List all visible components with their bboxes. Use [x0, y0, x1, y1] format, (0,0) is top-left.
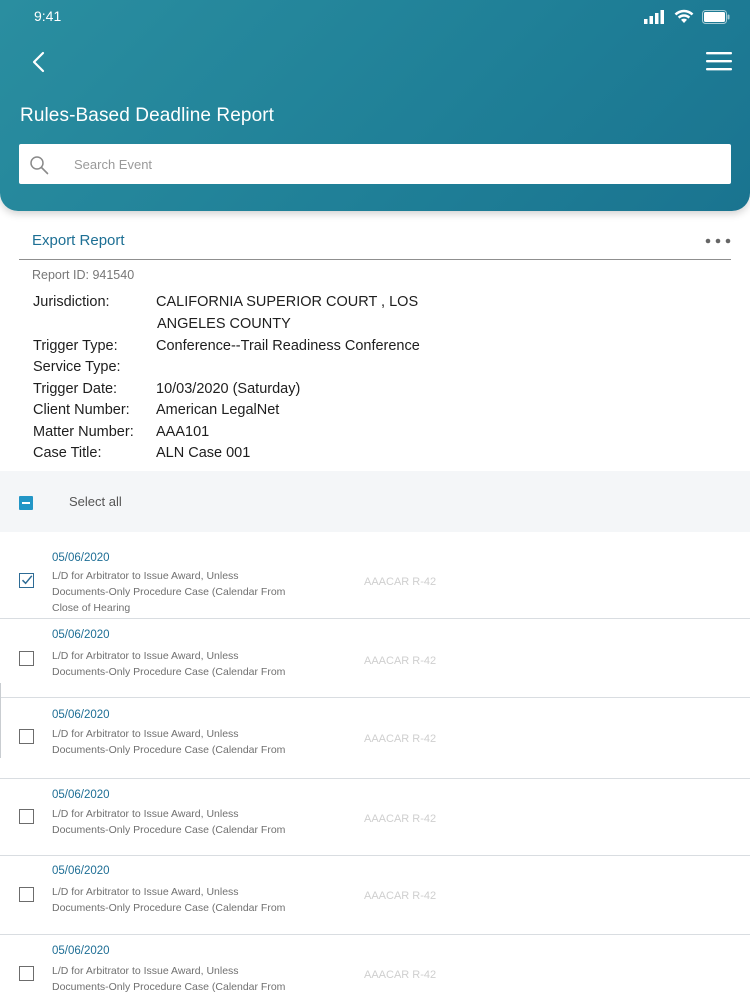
row-description-line: L/D for Arbitrator to Issue Award, Unles… [52, 886, 239, 898]
row-description: L/D for Arbitrator to Issue Award, Unles… [52, 884, 292, 916]
row-rule: AAACAR R-42 [364, 655, 437, 667]
more-horizontal-icon [705, 238, 731, 244]
deadline-row[interactable]: 05/06/2020 L/D for Arbitrator to Issue A… [0, 779, 750, 855]
search-icon [30, 156, 49, 175]
select-all-label: Select all [69, 494, 122, 509]
search-input[interactable] [74, 154, 714, 174]
row-date: 05/06/2020 [52, 945, 110, 957]
row-description-line: Documents-Only Procedure Case (Calendar … [52, 744, 286, 756]
row-description-line: Close of Hearing [52, 602, 131, 614]
report-id-label: Report ID: [32, 268, 89, 282]
detail-label: Service Type: [33, 359, 121, 375]
detail-value: ALN Case 001 [156, 445, 251, 461]
detail-label: Trigger Date: [33, 381, 118, 397]
row-description-line: L/D for Arbitrator to Issue Award, Unles… [52, 728, 239, 740]
search-box[interactable] [19, 144, 731, 184]
select-all-checkbox[interactable] [19, 496, 33, 510]
row-description-line: L/D for Arbitrator to Issue Award, Unles… [52, 965, 239, 977]
detail-value: CALIFORNIA SUPERIOR COURT , LOS [156, 294, 419, 310]
detail-label: Trigger Type: [33, 338, 118, 354]
row-description: L/D for Arbitrator to Issue Award, Unles… [52, 648, 292, 680]
status-icons [644, 9, 730, 24]
row-date: 05/06/2020 [52, 552, 110, 564]
deadline-row[interactable]: 05/06/2020 L/D for Arbitrator to Issue A… [0, 935, 750, 1000]
deadline-row[interactable]: 05/06/2020 L/D for Arbitrator to Issue A… [0, 533, 750, 618]
deadline-row[interactable]: 05/06/2020 L/D for Arbitrator to Issue A… [0, 619, 750, 697]
detail-label: Case Title: [33, 445, 102, 461]
row-checkbox[interactable] [19, 729, 34, 744]
row-rule: AAACAR R-42 [364, 733, 437, 745]
menu-button[interactable] [704, 48, 734, 76]
row-checkbox[interactable] [19, 651, 34, 666]
cellular-signal-icon [644, 9, 664, 24]
detail-label: Matter Number: [33, 424, 134, 440]
row-description-line: Documents-Only Procedure Case (Calendar … [52, 981, 286, 993]
detail-value: AAA101 [156, 424, 210, 440]
section-divider [19, 259, 731, 260]
wifi-icon [674, 9, 694, 23]
left-edge-line [0, 683, 1, 758]
row-description: L/D for Arbitrator to Issue Award, Unles… [52, 568, 292, 616]
row-description: L/D for Arbitrator to Issue Award, Unles… [52, 726, 292, 758]
row-description: L/D for Arbitrator to Issue Award, Unles… [52, 963, 292, 995]
status-time: 9:41 [34, 8, 62, 24]
row-date: 05/06/2020 [52, 789, 110, 801]
row-rule: AAACAR R-42 [364, 813, 437, 825]
more-options-button[interactable] [704, 232, 734, 250]
row-description-line: Documents-Only Procedure Case (Calendar … [52, 824, 286, 836]
row-date: 05/06/2020 [52, 629, 110, 641]
report-id-value: 941540 [92, 268, 135, 282]
row-description-line: L/D for Arbitrator to Issue Award, Unles… [52, 650, 239, 662]
row-checkbox[interactable] [19, 966, 34, 981]
row-rule: AAACAR R-42 [364, 576, 437, 588]
page-title: Rules-Based Deadline Report [20, 105, 275, 126]
row-checkbox[interactable] [19, 573, 34, 588]
status-bar: 9:41 [0, 0, 750, 32]
export-report-link[interactable]: Export Report [32, 232, 125, 249]
deadline-row[interactable]: 05/06/2020 L/D for Arbitrator to Issue A… [0, 856, 750, 934]
row-description-line: L/D for Arbitrator to Issue Award, Unles… [52, 808, 239, 820]
detail-value: 10/03/2020 (Saturday) [156, 381, 301, 397]
chevron-left-icon [32, 51, 45, 73]
app-header: 9:41 Rules-Based Deadline Report Search … [0, 0, 750, 211]
check-icon [21, 575, 33, 585]
row-description-line: Documents-Only Procedure Case (Calendar … [52, 586, 286, 598]
detail-label: Client Number: [33, 402, 130, 418]
row-description-line: Documents-Only Procedure Case (Calendar … [52, 666, 286, 678]
row-date: 05/06/2020 [52, 709, 110, 721]
row-checkbox[interactable] [19, 809, 34, 824]
row-description-line: Documents-Only Procedure Case (Calendar … [52, 902, 286, 914]
row-description-line: L/D for Arbitrator to Issue Award, Unles… [52, 570, 239, 582]
row-description: L/D for Arbitrator to Issue Award, Unles… [52, 806, 292, 838]
detail-value: ANGELES COUNTY [157, 316, 291, 332]
row-rule: AAACAR R-42 [364, 890, 437, 902]
detail-label: Jurisdiction: [33, 294, 110, 310]
row-checkbox[interactable] [19, 887, 34, 902]
detail-value: Conference--Trail Readiness Conference [156, 338, 420, 354]
back-button[interactable] [28, 48, 52, 76]
detail-value: American LegalNet [156, 402, 280, 418]
row-date: 05/06/2020 [52, 865, 110, 877]
deadline-row[interactable]: 05/06/2020 L/D for Arbitrator to Issue A… [0, 698, 750, 778]
hamburger-menu-icon [706, 52, 732, 71]
report-id: Report ID: 941540 [32, 268, 134, 282]
battery-icon [702, 9, 730, 24]
row-rule: AAACAR R-42 [364, 969, 437, 981]
